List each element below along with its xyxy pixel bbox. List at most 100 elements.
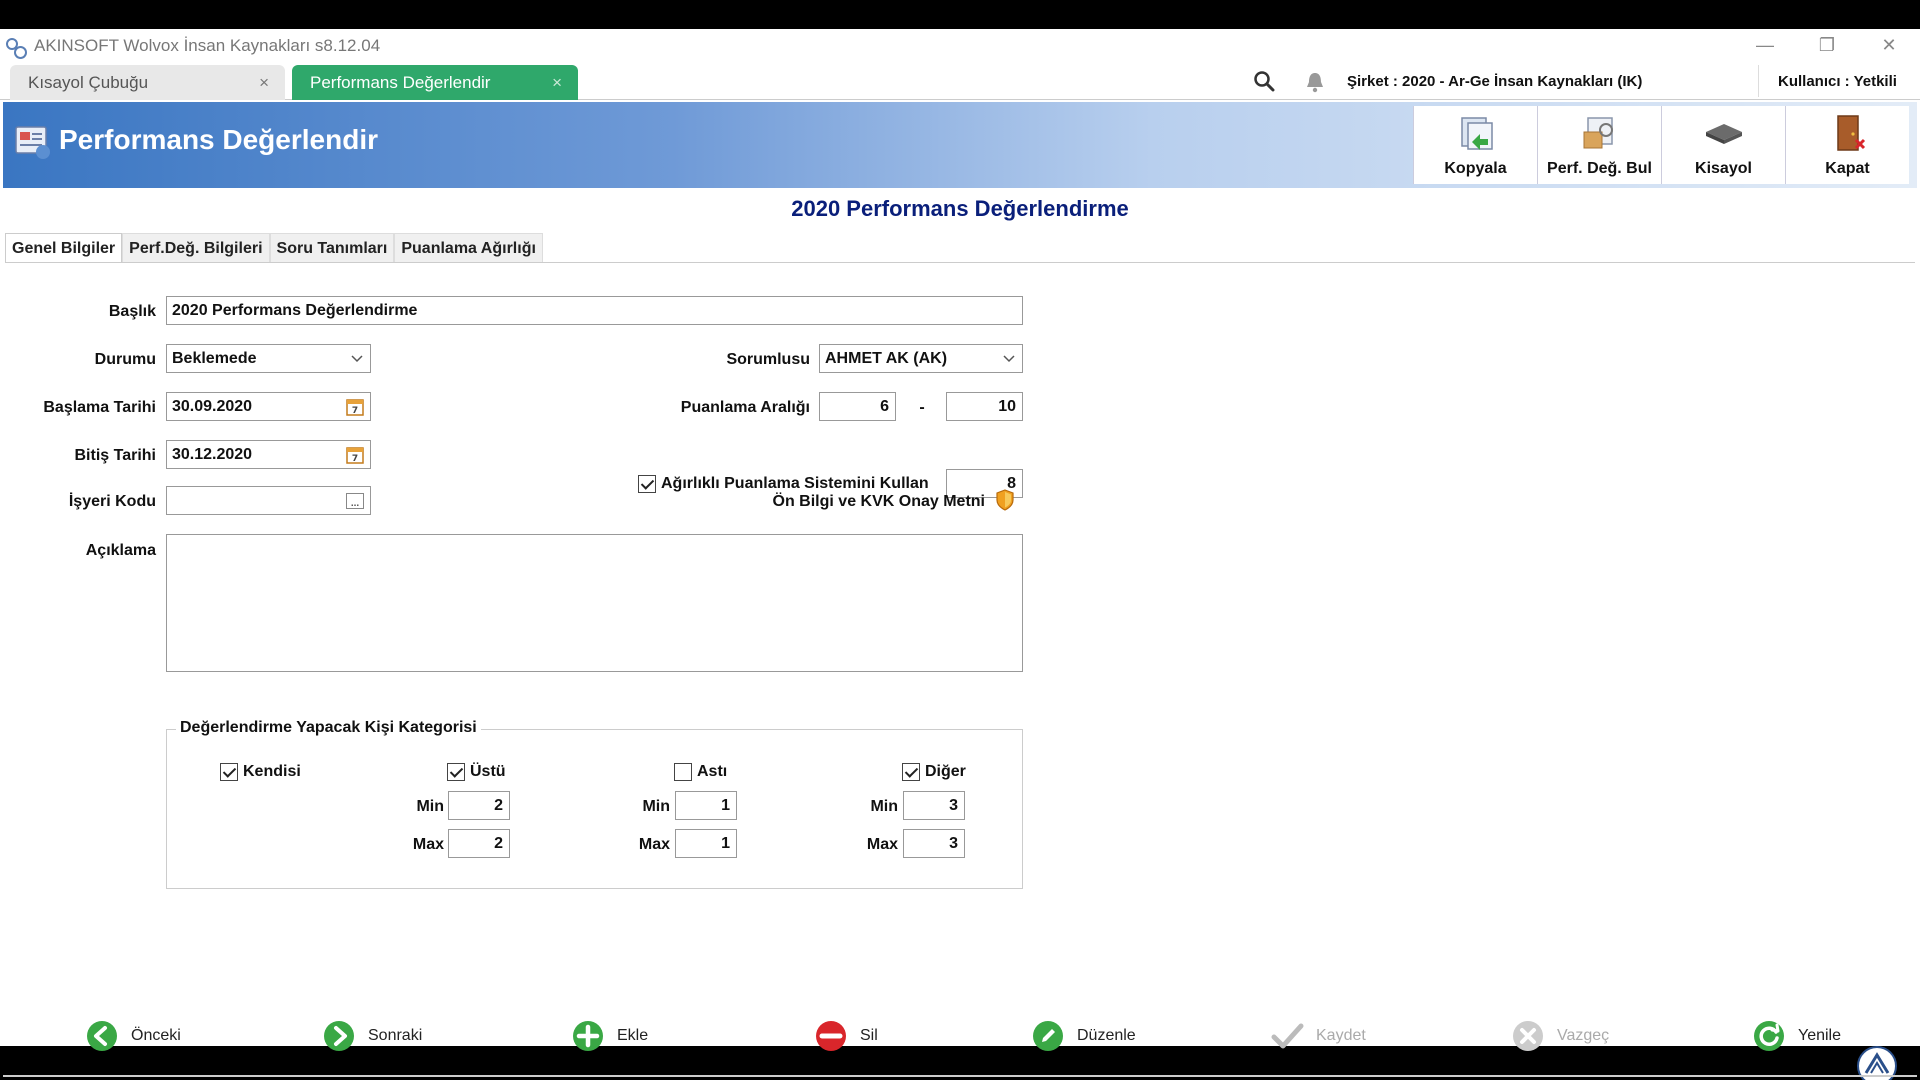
user-info: Kullanıcı : Yetkili (1778, 72, 1897, 90)
asti-label: Astı (697, 763, 728, 780)
tab-performans-degerlendir[interactable]: Performans Değerlendir × (292, 65, 578, 100)
yenile-button[interactable]: Yenile (1752, 1018, 1841, 1054)
baslik-input[interactable]: 2020 Performans Değerlendirme (166, 296, 1023, 325)
ekle-button[interactable]: Ekle (571, 1018, 648, 1054)
aciklama-textarea[interactable] (166, 534, 1023, 672)
exit-door-icon (1836, 115, 1865, 151)
baslik-label: Başlık (108, 303, 156, 320)
range-separator: - (919, 399, 925, 416)
app-window: AKINSOFT Wolvox İnsan Kaynakları s8.12.0… (0, 29, 1920, 1080)
nav-label: Sil (860, 1027, 878, 1044)
divider (5, 262, 1915, 263)
tab-label: Performans Değerlendir (310, 72, 491, 92)
divider (3, 1075, 1917, 1077)
ustu-min-label: Min (416, 798, 444, 815)
chevron-down-icon (351, 355, 363, 363)
toolbar-label: Kopyala (1444, 160, 1507, 177)
vazgec-button[interactable]: Vazgeç (1511, 1018, 1609, 1054)
calendar-icon[interactable]: 7 (345, 445, 365, 465)
diger-max-input[interactable]: 3 (903, 829, 965, 858)
puanlama-araligi-label: Puanlama Aralığı (680, 399, 810, 416)
sorumlusu-select[interactable]: AHMET AK (AK) (819, 344, 1023, 373)
close-tab-icon[interactable]: × (552, 73, 562, 93)
ustu-checkbox[interactable] (447, 763, 465, 781)
page-title: Performans Değerlendir (59, 124, 378, 155)
durumu-label: Durumu (94, 351, 156, 368)
tab-puanlama-agirligi[interactable]: Puanlama Ağırlığı (394, 233, 543, 263)
durumu-select[interactable]: Beklemede (166, 344, 371, 373)
perf-deg-bul-button[interactable]: Perf. Değ. Bul (1537, 106, 1661, 184)
sorumlusu-value: AHMET AK (AK) (825, 349, 948, 367)
onceki-button[interactable]: Önceki (85, 1018, 181, 1054)
diger-max-label: Max (866, 836, 898, 853)
diger-max-value: 3 (949, 834, 958, 852)
toolbar-label: Kisayol (1695, 160, 1752, 177)
asti-checkbox[interactable] (674, 763, 692, 781)
tab-kisayol-cubugu[interactable]: Kısayol Çubuğu × (10, 65, 285, 100)
diger-label: Diğer (925, 763, 966, 780)
minus-icon (816, 1021, 846, 1051)
tab-perf-deg-bilgileri[interactable]: Perf.Değ. Bilgileri (122, 233, 270, 263)
page-header: Performans Değerlendir Kopyala Perf. Değ… (3, 102, 1917, 188)
tab-genel-bilgiler[interactable]: Genel Bilgiler (5, 233, 123, 263)
browse-icon[interactable]: ... (346, 493, 364, 509)
duzenle-button[interactable]: Düzenle (1031, 1018, 1136, 1054)
form-title: 2020 Performans Değerlendirme (791, 196, 1129, 221)
diger-checkbox[interactable] (902, 763, 920, 781)
kopyala-button[interactable]: Kopyala (1413, 106, 1537, 184)
nav-label: Ekle (617, 1027, 649, 1044)
ustu-max-input[interactable]: 2 (448, 829, 510, 858)
diger-min-input[interactable]: 3 (903, 791, 965, 820)
minimize-button[interactable]: — (1734, 29, 1796, 62)
svg-text:7: 7 (352, 454, 358, 464)
bell-icon[interactable] (1305, 71, 1325, 93)
kisayol-button[interactable]: Kisayol (1661, 106, 1785, 184)
toolbar-label: Perf. Değ. Bul (1547, 160, 1652, 177)
bitis-tarihi-value: 30.12.2020 (172, 445, 253, 463)
agirlikli-puanlama-checkbox[interactable] (638, 475, 656, 493)
aciklama-label: Açıklama (85, 542, 156, 559)
ustu-min-input[interactable]: 2 (448, 791, 510, 820)
puanlama-max-input[interactable]: 10 (946, 392, 1023, 421)
kaydet-button[interactable]: Kaydet (1270, 1018, 1366, 1054)
ustu-max-label: Max (412, 836, 444, 853)
puanlama-max-value: 10 (998, 397, 1016, 415)
search-icon[interactable] (1253, 70, 1275, 92)
arrow-right-icon (324, 1021, 354, 1051)
asti-max-input[interactable]: 1 (675, 829, 737, 858)
baslama-tarihi-input[interactable]: 30.09.2020 7 (166, 392, 371, 421)
edit-icon (1033, 1021, 1063, 1051)
kapat-button[interactable]: Kapat (1785, 106, 1909, 184)
isyeri-kodu-input[interactable]: ... (166, 486, 371, 515)
company-info: Şirket : 2020 - Ar-Ge İnsan Kaynakları (… (1347, 72, 1643, 90)
restore-button[interactable]: ❐ (1796, 29, 1858, 62)
bitis-tarihi-input[interactable]: 30.12.2020 7 (166, 440, 371, 469)
durumu-value: Beklemede (172, 349, 257, 367)
asti-min-input[interactable]: 1 (675, 791, 737, 820)
close-window-button[interactable]: ✕ (1858, 29, 1920, 62)
calendar-icon[interactable]: 7 (345, 397, 365, 417)
sorumlusu-label: Sorumlusu (726, 351, 810, 368)
baslama-tarihi-label: Başlama Tarihi (43, 399, 156, 416)
baslama-tarihi-value: 30.09.2020 (172, 397, 253, 415)
asti-max-label: Max (638, 836, 670, 853)
kendisi-checkbox[interactable] (220, 763, 238, 781)
nav-label: Vazgeç (1557, 1027, 1610, 1044)
title-bar: AKINSOFT Wolvox İnsan Kaynakları s8.12.0… (0, 29, 1920, 62)
sil-button[interactable]: Sil (814, 1018, 878, 1054)
diger-min-label: Min (870, 798, 898, 815)
sonraki-button[interactable]: Sonraki (322, 1018, 422, 1054)
agirlikli-puanlama-label: Ağırlıklı Puanlama Sistemini Kullan (661, 475, 929, 492)
find-icon (1583, 117, 1613, 149)
close-tab-icon[interactable]: × (259, 73, 269, 93)
tab-soru-tanimlari[interactable]: Soru Tanımları (269, 233, 395, 263)
toolbar: Kopyala Perf. Değ. Bul Kisayol Kapat (1413, 106, 1909, 184)
asti-min-value: 1 (721, 796, 730, 814)
ustu-min-value: 2 (494, 796, 503, 814)
puanlama-min-input[interactable]: 6 (819, 392, 896, 421)
nav-label: Sonraki (368, 1027, 423, 1044)
cancel-icon (1513, 1021, 1543, 1051)
svg-text:7: 7 (352, 406, 358, 416)
arrow-left-icon (87, 1021, 117, 1051)
shield-icon[interactable] (994, 488, 1016, 512)
